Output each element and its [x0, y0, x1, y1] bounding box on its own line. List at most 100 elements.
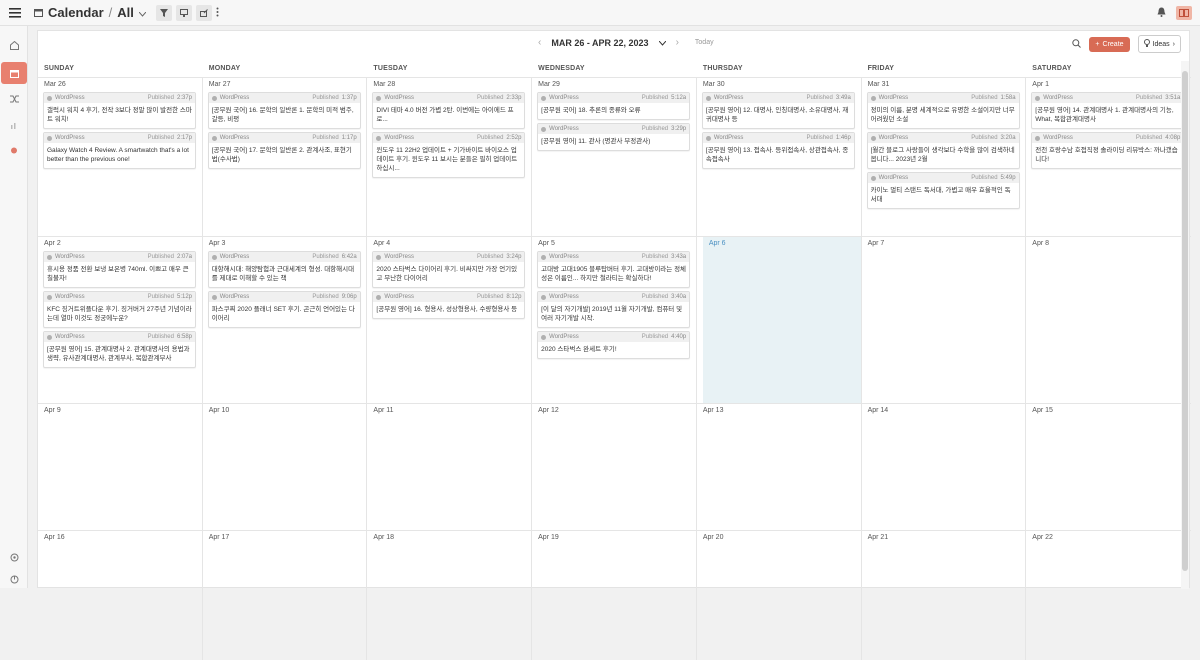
post-card[interactable]: WordPress Published 8:12p [공무원 영어] 16. 형용사,…	[372, 291, 526, 319]
bell-icon[interactable]	[1157, 4, 1166, 22]
post-card[interactable]: WordPress Published 1:58a 정미의 이름, 분명 세계적으로 …	[866, 92, 1020, 129]
post-card[interactable]: WordPress Published 4:40p 2020 스타벅스 완세트 후기!	[537, 331, 691, 359]
post-card[interactable]: WordPress Published 5:49p 카이노 멀티 스탠드 독서대, 가…	[866, 172, 1020, 209]
wordpress-icon	[47, 254, 52, 260]
scrollbar-thumb[interactable]	[1182, 71, 1188, 571]
post-card[interactable]: WordPress Published 3:40a [이 달의 자기개발] 2019년…	[537, 291, 691, 328]
day-cell[interactable]: Apr 14	[862, 404, 1027, 530]
home-icon[interactable]	[0, 34, 28, 56]
post-card[interactable]: WordPress Published 3:49a [공무원 영어] 12. 대명사,…	[701, 92, 855, 129]
day-cell[interactable]: Apr 7	[862, 237, 1027, 403]
post-card[interactable]: WordPress Published 3:20a [월간 블로그 사랑들이 생각보다…	[866, 132, 1020, 169]
day-cell[interactable]: Apr 16	[38, 531, 203, 660]
post-card-header: WordPress Published 4:40p	[538, 332, 690, 342]
post-card[interactable]: WordPress Published 1:17p [공무원 국어] 17. 문학의 …	[207, 132, 361, 169]
chevron-left-icon[interactable]: ‹	[538, 37, 541, 48]
wordpress-icon	[705, 95, 711, 101]
settings-icon[interactable]	[0, 546, 28, 568]
wordpress-icon	[870, 95, 876, 101]
day-number: Apr 13	[702, 407, 724, 414]
post-card-header: WordPress Published 5:12p	[44, 292, 195, 302]
day-cell[interactable]: Apr 3 WordPress Published 6:42a 대항해시대: 해양탐험과…	[203, 237, 368, 403]
day-cell[interactable]: Apr 15	[1026, 404, 1191, 530]
today-button[interactable]: Today	[695, 39, 714, 46]
day-cell[interactable]: Mar 26 WordPress Published 2:37p 갤럭시 워치 4 후기…	[38, 78, 203, 236]
post-card[interactable]: WordPress Published 3:24p 2020 스타벅스 다이어리 후기…	[372, 251, 526, 288]
shuffle-icon[interactable]	[0, 88, 28, 110]
day-cell[interactable]: Apr 20	[697, 531, 862, 660]
post-card[interactable]: WordPress Published 2:07a 휴시용 정품 전환 보냉 보온병 …	[43, 251, 196, 288]
week-row: Mar 26 WordPress Published 2:37p 갤럭시 워치 4 후기…	[38, 77, 1191, 236]
sign-out-icon[interactable]	[0, 568, 28, 590]
calendar-icon[interactable]	[1, 62, 27, 84]
wordpress-icon	[870, 175, 876, 181]
post-card[interactable]: WordPress Published 5:12p KFC 징거트위플다운 후기. 징…	[43, 291, 196, 328]
day-cell[interactable]: Apr 8	[1026, 237, 1191, 403]
menu-icon[interactable]	[0, 0, 30, 26]
post-card[interactable]: WordPress Published 1:37p [공무원 국어] 16. 문학의 …	[207, 92, 361, 129]
day-cell[interactable]: Apr 9	[38, 404, 203, 530]
scrollbar[interactable]	[1181, 61, 1189, 589]
calendar-panel: ‹ MAR 26 - APR 22, 2023 › Today + Create…	[37, 30, 1191, 660]
post-card[interactable]: WordPress Published 1:46p [공무원 영어] 13. 접속사.…	[701, 132, 855, 169]
monitor-icon[interactable]	[175, 4, 192, 21]
day-cell[interactable]: Mar 31 WordPress Published 1:58a 정미의 이름, 분명 …	[862, 78, 1027, 236]
post-card-header: WordPress Published 4:08p	[1032, 133, 1184, 143]
more-icon[interactable]	[216, 4, 219, 22]
post-card[interactable]: WordPress Published 4:08p 전천 호랑수남 호접직정 솔라이딩…	[1031, 132, 1185, 169]
day-cell[interactable]: Mar 28 WordPress Published 2:33p DIVI 테마 4.0…	[367, 78, 533, 236]
post-status: Published	[147, 294, 174, 300]
post-source: WordPress	[219, 135, 250, 141]
chart-icon[interactable]	[0, 114, 28, 136]
day-cell[interactable]: Apr 18	[367, 531, 533, 660]
post-card[interactable]: WordPress Published 2:33p DIVI 테마 4.0 버전 가볍…	[372, 92, 526, 129]
wordpress-icon	[705, 135, 711, 141]
day-cell[interactable]: Apr 6	[702, 237, 862, 403]
post-source: WordPress	[384, 254, 414, 260]
date-range[interactable]: MAR 26 - APR 22, 2023	[551, 38, 648, 48]
ideas-button[interactable]: Ideas ›	[1137, 35, 1181, 53]
day-cell[interactable]: Apr 10	[203, 404, 368, 530]
post-card[interactable]: WordPress Published 9:06p 파스쿠찌 2020 플래너 SET…	[207, 291, 361, 328]
book-icon[interactable]	[1176, 5, 1192, 20]
day-number: Apr 2	[44, 240, 61, 247]
post-card[interactable]: WordPress Published 2:52p 윈도우 11 22H2 업데이트 …	[372, 132, 526, 178]
view-selector[interactable]: All	[117, 5, 134, 20]
day-cell[interactable]: Apr 21	[862, 531, 1027, 660]
breadcrumb: Calendar / All	[34, 5, 147, 20]
day-cell[interactable]: Mar 27 WordPress Published 1:37p [공무원 국어] 16…	[203, 78, 368, 236]
day-cell[interactable]: Apr 12	[532, 404, 697, 530]
day-number: Apr 18	[373, 534, 395, 541]
day-cell[interactable]: Apr 4 WordPress Published 3:24p 2020 스타벅스 다이…	[367, 237, 533, 403]
post-time: 8:12p	[506, 294, 522, 300]
day-cell[interactable]: Apr 11	[367, 404, 533, 530]
day-cell[interactable]: Apr 2 WordPress Published 2:07a 휴시용 정품 전환 보냉…	[38, 237, 203, 403]
create-button[interactable]: + Create	[1089, 36, 1130, 52]
day-cell[interactable]: Apr 1 WordPress Published 3:51a [공무원 영어] 14.…	[1026, 78, 1191, 236]
post-card[interactable]: WordPress Published 6:58p [공무원 영어] 15. 관계대명…	[43, 331, 196, 368]
post-card[interactable]: WordPress Published 2:37p 갤럭시 워치 4 후기, 전작 3…	[43, 92, 196, 129]
day-cell[interactable]: Mar 29 WordPress Published 5:12a [공무원 국어] 18…	[532, 78, 697, 236]
day-cell[interactable]: Apr 13	[697, 404, 862, 530]
day-cell[interactable]: Apr 19	[532, 531, 697, 660]
post-status: Published	[641, 294, 669, 300]
post-time: 5:12a	[671, 95, 687, 101]
pin-icon[interactable]	[0, 140, 28, 162]
post-card[interactable]: WordPress Published 2:17p Galaxy Watch 4 Re…	[43, 132, 196, 169]
share-icon[interactable]	[195, 4, 212, 21]
post-card[interactable]: WordPress Published 3:43a 고대방 고대1905 블루탑버터 …	[537, 251, 691, 288]
day-cell[interactable]: Mar 30 WordPress Published 3:49a [공무원 영어] 12…	[697, 78, 862, 236]
search-icon[interactable]	[1072, 35, 1082, 53]
post-card-header: WordPress Published 8:12p	[373, 292, 525, 302]
chevron-down-icon[interactable]	[658, 38, 666, 48]
post-card[interactable]: WordPress Published 3:51a [공무원 영어] 14. 관계대명…	[1031, 92, 1185, 129]
post-card[interactable]: WordPress Published 3:29p [공무원 영어] 11. 관사 (…	[537, 123, 691, 151]
post-card[interactable]: WordPress Published 5:12a [공무원 국어] 18. 추론의 …	[537, 92, 691, 120]
post-card[interactable]: WordPress Published 6:42a 대항해시대: 해양탐험과 근대세계…	[207, 251, 361, 288]
filter-icon[interactable]	[155, 4, 172, 21]
chevron-down-icon[interactable]	[138, 5, 147, 20]
chevron-right-icon[interactable]: ›	[676, 37, 679, 48]
day-cell[interactable]: Apr 17	[203, 531, 368, 660]
day-cell[interactable]: Apr 22	[1026, 531, 1191, 660]
day-cell[interactable]: Apr 5 WordPress Published 3:43a 고대방 고대1905 블…	[532, 237, 697, 403]
